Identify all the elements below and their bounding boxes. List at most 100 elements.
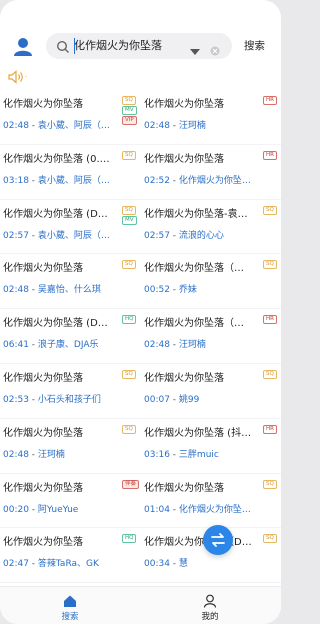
meta-separator: -: [169, 449, 179, 460]
bottom-tab-bar: 搜索 我的: [0, 586, 281, 624]
song-result-item[interactable]: 化作烟火为你坠落 00:20 - 阿YueYue 伴奏: [0, 474, 140, 526]
song-artist: 吴嘉怡、什么琪: [37, 285, 101, 296]
song-meta: 02:52 - 化作烟火为你坠…: [144, 175, 262, 187]
tab-search[interactable]: 搜索: [0, 587, 140, 624]
song-meta: 02:48 - 汪珂楠: [3, 449, 121, 461]
song-result-item[interactable]: 化作烟火为你坠落 02:53 - 小石头和孩子们 SQ: [0, 364, 140, 416]
quality-badge: HR: [263, 96, 277, 105]
song-result-item[interactable]: 化作烟火为你坠落（… 00:52 - 乔妹 SQ: [141, 254, 281, 306]
song-result-item[interactable]: 化作烟火为你坠落 02:48 - 汪珂楠 HR: [141, 90, 281, 142]
song-meta: 02:53 - 小石头和孩子们: [3, 394, 121, 406]
meta-separator: -: [28, 121, 38, 131]
song-result-item[interactable]: 化作烟火为你坠落 (0.… 03:18 - 袁小葳、阿辰（… SQ: [0, 145, 140, 197]
song-artist: 乔妹: [178, 285, 197, 296]
song-meta: 00:52 - 乔妹: [144, 284, 262, 296]
meta-separator: -: [28, 504, 38, 515]
song-meta: 06:41 - 浪子康、DJA乐: [3, 339, 121, 351]
meta-separator: -: [169, 559, 179, 570]
search-button[interactable]: 搜索: [244, 38, 265, 53]
song-title: 化作烟火为你坠落（…: [144, 318, 244, 330]
song-title: 化作烟火为你坠落: [144, 482, 224, 494]
song-duration: 02:48: [144, 340, 170, 351]
dropdown-arrow-icon[interactable]: [190, 42, 200, 55]
song-result-item[interactable]: 化作烟火为你坠落 (抖… 03:16 - 三胖muic HR: [141, 419, 281, 471]
song-duration: 02:48: [3, 285, 29, 296]
song-result-item[interactable]: 化作烟火为你坠落-袁… 02:57 - 流浪的心心 SQ: [141, 200, 281, 252]
song-artist: 流浪的心心: [178, 230, 224, 241]
user-avatar-icon[interactable]: [12, 36, 34, 58]
song-artist: 汪珂楠: [178, 121, 206, 131]
song-duration: 02:47: [3, 559, 29, 570]
quality-badge: SQ: [122, 205, 136, 215]
song-duration: 03:18: [3, 175, 29, 186]
song-title: 化作烟火为你坠落-袁…: [144, 208, 248, 220]
song-artist: 化作烟火为你坠…: [178, 175, 251, 186]
row-divider: [0, 582, 281, 584]
quality-badge: SQ: [122, 370, 136, 379]
song-meta: 02:57 - 流浪的心心: [144, 230, 262, 242]
song-result-item[interactable]: 化作烟火为你坠落 (D… 06:41 - 浪子康、DJA乐 HQ: [0, 309, 140, 361]
quality-badge: HQ: [122, 534, 137, 544]
song-meta: 00:20 - 阿YueYue: [3, 504, 121, 516]
song-title: 化作烟火为你坠落 (D…: [3, 208, 108, 220]
song-result-item[interactable]: 化作烟火为你坠落 02:48 - 袁小葳、阿辰（… SQ MV VIP: [0, 90, 140, 142]
meta-separator: -: [28, 559, 38, 570]
song-artist: 袁小葳、阿辰（…: [37, 121, 110, 131]
song-title: 化作烟火为你坠落 (0.…: [3, 153, 110, 165]
song-title: 化作烟火为你坠落 (D…: [3, 318, 108, 330]
meta-separator: -: [28, 285, 38, 296]
search-icon: [56, 39, 70, 53]
song-title: 化作烟火为你坠落: [144, 373, 224, 384]
song-result-item[interactable]: 化作烟火为你坠落 02:47 - 答辣TaRa、GK HQ: [0, 528, 140, 580]
search-query-text: 化作烟火为你坠落: [74, 39, 162, 52]
song-duration: 06:41: [3, 340, 29, 351]
switch-fab-button[interactable]: [203, 525, 233, 555]
meta-separator: -: [28, 175, 38, 186]
quality-badge: HQ: [122, 315, 137, 325]
speaker-icon[interactable]: [8, 69, 26, 84]
quality-badge: SQ: [122, 150, 136, 160]
song-duration: 00:52: [144, 285, 170, 296]
song-result-item[interactable]: 化作烟火为你坠落 02:52 - 化作烟火为你坠… HR: [141, 145, 281, 197]
quality-badge: VIP: [122, 116, 137, 125]
song-result-item[interactable]: 化作烟火为你坠落（… 02:48 - 汪珂楠 HR: [141, 309, 281, 361]
song-artist: 慧: [178, 559, 188, 570]
song-duration: 00:07: [144, 395, 170, 405]
volume-hint: ·: [25, 73, 28, 81]
meta-separator: -: [28, 449, 38, 460]
song-result-item[interactable]: 化作烟火为你坠落 02:48 - 汪珂楠 SQ: [0, 419, 140, 471]
song-title: 化作烟火为你坠落: [144, 99, 224, 110]
song-result-item[interactable]: 化作烟火为你坠落 02:48 - 吴嘉怡、什么琪 SQ: [0, 254, 140, 306]
song-duration: 02:48: [3, 449, 29, 460]
clear-icon[interactable]: [210, 41, 220, 56]
meta-separator: -: [169, 340, 179, 351]
meta-separator: -: [169, 230, 179, 241]
quality-badge: SQ: [122, 260, 136, 270]
tab-mine[interactable]: 我的: [140, 587, 280, 624]
song-artist: 汪珂楠: [178, 340, 206, 351]
song-title: 化作烟火为你坠落: [3, 263, 83, 275]
quality-badge: SQ: [263, 205, 277, 215]
meta-separator: -: [28, 230, 38, 241]
song-result-item[interactable]: 化作烟火为你坠落 00:07 - 姚99 SQ: [141, 364, 281, 416]
meta-separator: -: [169, 175, 179, 186]
song-artist: 阿YueYue: [37, 504, 79, 515]
song-result-item[interactable]: 化作烟火为你坠落 (D… 02:57 - 袁小葳、阿辰（… SQ MV: [0, 200, 140, 252]
song-title: 化作烟火为你坠落: [144, 153, 224, 165]
meta-separator: -: [28, 395, 38, 405]
quality-badge: SQ: [122, 96, 136, 105]
quality-badge: HR: [263, 150, 277, 160]
song-duration: 02:53: [3, 395, 29, 405]
song-duration: 02:52: [144, 175, 170, 186]
text-caret: [74, 38, 75, 54]
song-result-item[interactable]: 化作烟火为你坠落 01:04 - 化作烟火为你坠… SQ: [141, 474, 281, 526]
song-meta: 02:48 - 袁小葳、阿辰（…: [3, 120, 121, 132]
song-title: 化作烟火为你坠落: [3, 482, 83, 494]
song-meta: 02:48 - 吴嘉怡、什么琪: [3, 284, 121, 296]
quality-badge: SQ: [263, 260, 277, 270]
search-input[interactable]: 化作烟火为你坠落: [46, 33, 232, 59]
quality-badge: HR: [263, 424, 277, 434]
meta-separator: -: [28, 340, 38, 351]
song-artist: 姚99: [178, 395, 200, 405]
quality-badge: MV: [122, 215, 137, 225]
